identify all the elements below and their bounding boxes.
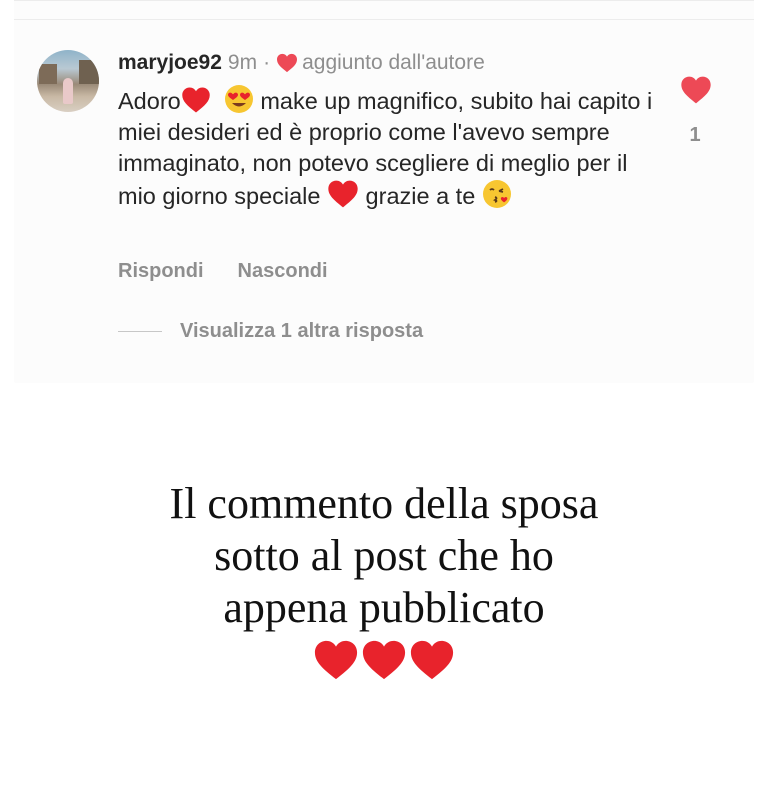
red-heart-emoji-icon [313,638,359,682]
avatar[interactable] [37,50,99,112]
red-heart-emoji-icon [327,179,359,209]
caption-line-2: sotto al post che ho [214,531,554,580]
author-liked-heart-icon [276,53,298,73]
comment-actions: Rispondi Nascondi [118,260,328,283]
story-caption: Il commento della sposa sotto al post ch… [0,478,768,682]
kissing-face-emoji-icon [482,179,512,209]
separator: · [263,51,271,74]
reply-button[interactable]: Rispondi [118,260,204,283]
like-count: 1 [689,124,701,146]
caption-line-3: appena pubblicato [223,583,545,632]
red-heart-emoji-icon [181,86,211,114]
story-page: maryjoe92 9m · aggiunto dall'autore Ador… [0,0,768,789]
comment-text: Adoro make up magnifico, subito hai capi… [118,84,658,212]
caption-hearts [0,638,768,682]
red-heart-emoji-icon [409,638,455,682]
hide-button[interactable]: Nascondi [238,260,328,283]
comment-text-part1: Adoro [118,88,181,114]
comment-time: 9m [227,51,258,74]
replies-line [118,331,162,332]
username[interactable]: maryjoe92 [118,51,222,75]
caption-line-1: Il commento della sposa [169,479,599,528]
heart-eyes-emoji-icon [224,84,254,114]
view-replies-button[interactable]: Visualizza 1 altra risposta [118,320,423,343]
divider [14,19,754,20]
liked-by-author-label: aggiunto dall'autore [302,51,485,74]
comment-header: maryjoe92 9m · aggiunto dall'autore [118,50,485,76]
red-heart-emoji-icon [361,638,407,682]
like-heart-icon[interactable] [680,75,712,105]
view-replies-label: Visualizza 1 altra risposta [180,320,424,342]
comment-text-part3: grazie a te [365,183,476,209]
